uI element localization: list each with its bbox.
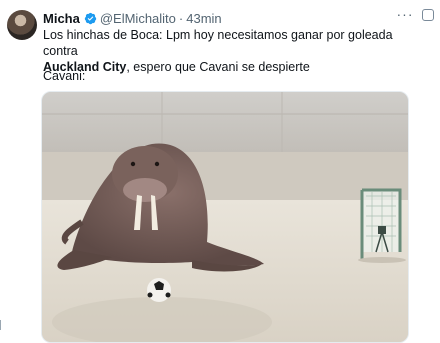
tweet-text-line2-rest: , espero que Cavani se despierte — [126, 60, 310, 74]
tweet-text-line2: Auckland City, espero que Cavani se desp… — [43, 59, 423, 75]
walrus-scene-image — [42, 92, 408, 342]
verified-badge-icon — [84, 12, 97, 25]
tweet-text-line1: Los hinchas de Boca: Lpm hoy necesitamos… — [43, 28, 393, 58]
tweet-time[interactable]: 43min — [186, 11, 221, 26]
avatar[interactable] — [7, 10, 37, 40]
tweet-text: Los hinchas de Boca: Lpm hoy necesitamos… — [43, 27, 423, 75]
scroll-edge — [0, 320, 6, 330]
media-video[interactable] — [41, 91, 409, 343]
author-name[interactable]: Micha — [43, 11, 80, 26]
tweet-caption: Cavani: — [43, 69, 86, 83]
expand-icon[interactable] — [422, 9, 434, 21]
author-handle[interactable]: @ElMichalito — [100, 11, 176, 26]
more-options-icon[interactable]: ··· — [394, 7, 416, 23]
tweet-header: Micha @ElMichalito · 43min — [43, 9, 440, 27]
separator-dot: · — [178, 10, 184, 26]
